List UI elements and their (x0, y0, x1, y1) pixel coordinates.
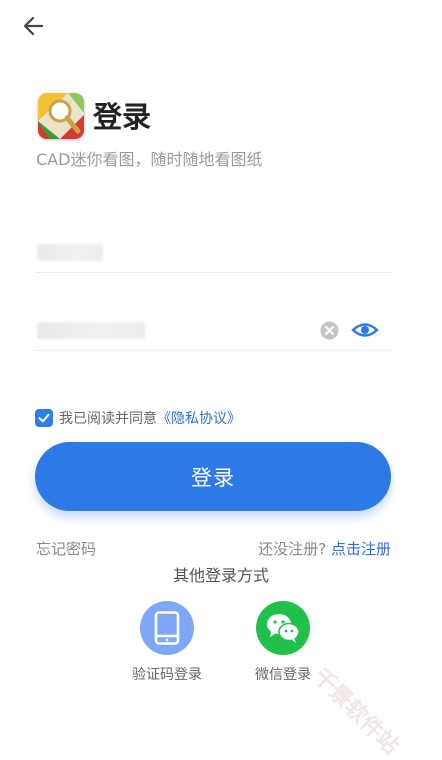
clear-icon (320, 321, 339, 340)
sms-login-label: 验证码登录 (132, 667, 202, 683)
phone-icon (154, 611, 180, 645)
agreement-row: 我已阅读并同意 《隐私协议》 (35, 407, 241, 429)
sms-code-login-button[interactable]: 验证码登录 (122, 601, 212, 684)
other-login-title: 其他登录方式 (172, 566, 269, 585)
wechat-login-button[interactable]: 微信登录 (238, 601, 328, 684)
page-title: 登录 (93, 100, 152, 134)
cad-magnifier-logo-icon (38, 93, 84, 139)
no-account-text: 还没注册? (258, 540, 327, 558)
wechat-login-circle (256, 601, 310, 655)
agree-checkbox[interactable] (35, 409, 53, 427)
watermark: 千景软件站 (308, 664, 404, 760)
wechat-icon (267, 614, 300, 643)
clear-password-button[interactable] (320, 321, 339, 340)
agree-text: 我已阅读并同意 (59, 411, 157, 427)
username-value (37, 244, 103, 261)
sms-login-circle (140, 601, 194, 655)
app-subtitle: CAD迷你看图，随时随地看图纸 (36, 150, 263, 169)
login-button[interactable]: 登录 (35, 442, 391, 511)
eye-icon (351, 323, 379, 337)
register-link[interactable]: 点击注册 (331, 540, 391, 558)
arrow-left-icon (23, 16, 44, 36)
check-icon (38, 413, 50, 423)
privacy-policy-link[interactable]: 《隐私协议》 (157, 408, 241, 428)
wechat-login-label: 微信登录 (255, 667, 311, 683)
back-button[interactable] (20, 12, 48, 40)
username-field[interactable] (35, 232, 391, 273)
app-logo (38, 93, 84, 139)
toggle-password-visibility-button[interactable] (351, 320, 379, 340)
forgot-password-link[interactable]: 忘记密码 (36, 538, 96, 559)
password-value (37, 322, 145, 339)
password-field[interactable] (35, 310, 391, 351)
register-row: 还没注册? 点击注册 (258, 538, 391, 559)
